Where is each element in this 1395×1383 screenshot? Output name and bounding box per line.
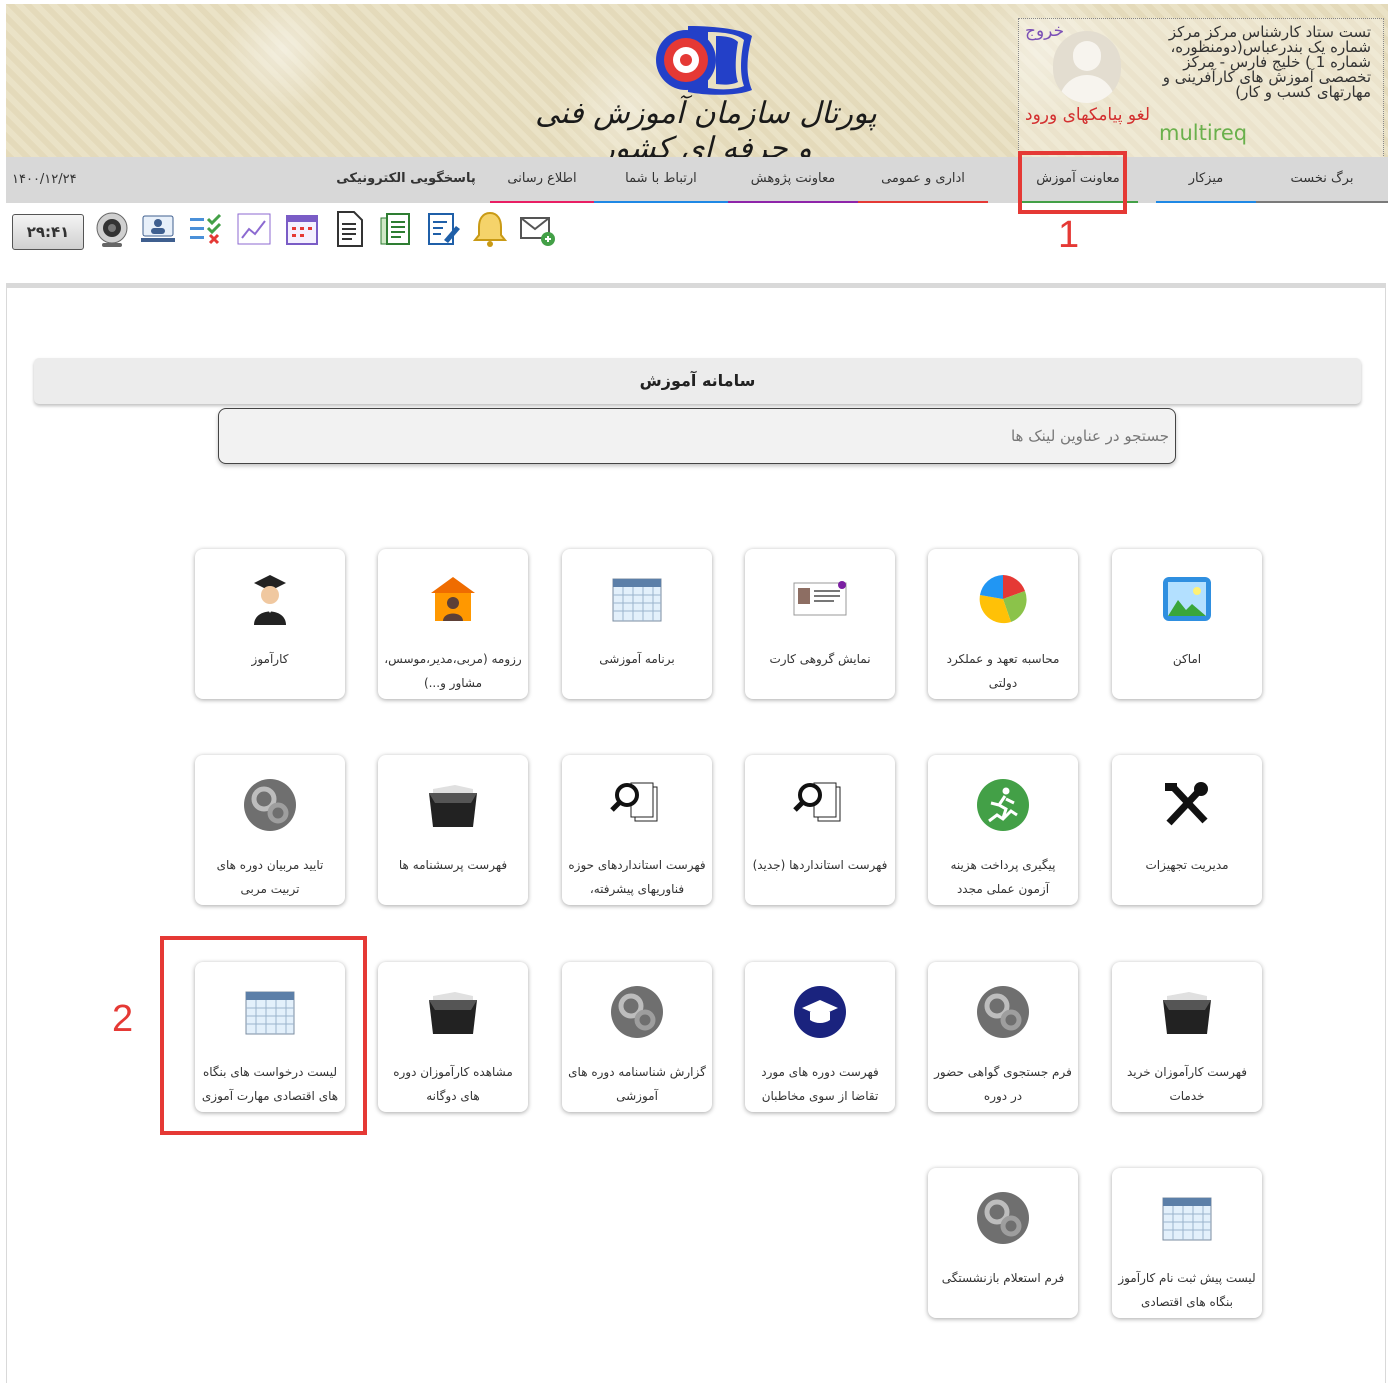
tile-label: فرم استعلام بازنشستگی <box>941 1271 1065 1285</box>
tile-commitment-calc[interactable]: محاسبه تعهد و عملکرد دولتی <box>928 549 1078 699</box>
tile-standards-advanced-tech[interactable]: فهرست استانداردهای حوزه فناوریهای پیشرفت… <box>562 755 712 905</box>
user-info-text: تست ستاد کارشناس مرکز مرکز شماره یک بندر… <box>1162 23 1371 101</box>
tile-label: فهرست دوره های مورد تقاضا از سوی مخاطبان <box>761 1065 879 1103</box>
tile-label: فهرست استانداردهای حوزه فناوریهای پیشرفت… <box>568 858 706 896</box>
tile-requested-courses[interactable]: فهرست دوره های مورد تقاضا از سوی مخاطبان <box>745 962 895 1112</box>
link-search-input[interactable] <box>218 408 1176 464</box>
tile-label: فهرست پرسشنامه ها <box>398 858 508 872</box>
portal-title: پورتال سازمان آموزش فنی و حرفه ای کشور <box>535 96 877 166</box>
nav-administrative[interactable]: اداری و عمومی <box>858 157 988 203</box>
callout-number-2: 2 <box>112 998 134 1040</box>
gears-icon <box>611 986 663 1038</box>
tile-approve-trainers[interactable]: تایید مربیان دوره های تربیت مربی <box>195 755 345 905</box>
webcam-icon[interactable] <box>93 208 131 250</box>
tile-label: مدیریت تجهیزات <box>1145 858 1229 872</box>
nav-research-deputy[interactable]: معاونت پژوهش <box>728 157 858 203</box>
calendar-icon <box>612 578 662 622</box>
mail-icon[interactable] <box>518 208 556 250</box>
gears-icon <box>977 986 1029 1038</box>
tile-label: اماکن <box>1172 652 1202 666</box>
tile-standards-new[interactable]: فهرست استانداردها (جدید) <box>745 755 895 905</box>
tile-label: برنامه آموزشی <box>599 652 675 666</box>
landscape-icon <box>1163 577 1211 621</box>
tile-label: فرم جستجوی گواهی حضور در دوره <box>934 1065 1072 1103</box>
calendar-icon <box>1162 1197 1212 1241</box>
current-date: ۱۴۰۰/۱۲/۲۴ <box>12 172 77 187</box>
documents-icon[interactable] <box>377 208 415 250</box>
tile-trainee[interactable]: کارآموز <box>195 549 345 699</box>
callout-box-1 <box>1018 151 1127 214</box>
edit-note-icon[interactable] <box>424 208 462 250</box>
nav-contact[interactable]: ارتباط با شما <box>594 157 728 203</box>
checklist-icon[interactable] <box>186 208 224 250</box>
id-card-icon <box>793 581 847 616</box>
runner-icon <box>977 779 1029 831</box>
nav-home[interactable]: برگ نخست <box>1256 157 1388 203</box>
header-banner: پورتال سازمان آموزش فنی و حرفه ای کشور خ… <box>6 4 1388 166</box>
gears-icon <box>977 1192 1029 1244</box>
nav-e-support[interactable]: پاسخگویی الکترونیکی <box>326 157 486 203</box>
logout-link[interactable]: خروج <box>1025 21 1064 41</box>
search-docs-icon <box>793 782 841 822</box>
tile-pre-registration-list[interactable]: لیست پیش ثبت نام کارآموز بنگاه های اقتصا… <box>1112 1168 1262 1318</box>
gears-icon <box>244 779 296 831</box>
callout-box-2 <box>160 936 367 1135</box>
tile-label: گزارش شناسنامه دوره های آموزشی <box>568 1065 706 1103</box>
document-icon[interactable] <box>330 208 368 250</box>
section-title: سامانه آموزش <box>34 358 1361 404</box>
folder-icon <box>429 785 477 827</box>
folder-icon <box>429 992 477 1034</box>
multireq-label: multireq <box>1159 121 1248 145</box>
folder-icon <box>1163 992 1211 1034</box>
user-avatar-icon <box>1053 31 1121 103</box>
nav-news[interactable]: اطلاع رسانی <box>490 157 594 203</box>
cancel-login-sms-link[interactable]: لغو پیامکهای ورود <box>1025 105 1150 125</box>
search-docs-icon <box>610 782 658 822</box>
tile-label: لیست پیش ثبت نام کارآموز بنگاه های اقتصا… <box>1118 1271 1256 1309</box>
tile-label: محاسبه تعهد و عملکرد دولتی <box>946 652 1060 690</box>
tile-equipment-mgmt[interactable]: مدیریت تجهیزات <box>1112 755 1262 905</box>
graduate-icon <box>254 575 286 625</box>
tile-service-trainees[interactable]: فهرست کارآموزان خرید خدمات <box>1112 962 1262 1112</box>
chart-icon[interactable] <box>235 208 273 250</box>
pie-chart-icon <box>979 575 1027 624</box>
tile-exam-fee-followup[interactable]: پیگیری پرداخت هزینه آزمون عملی مجدد <box>928 755 1078 905</box>
graduation-cap-icon <box>794 986 846 1038</box>
tile-label: مشاهده کارآموزان دوره های دوگانه <box>393 1065 513 1103</box>
tile-resume[interactable]: رزومه (مربی،مدیر،موسس، مشاور و...) <box>378 549 528 699</box>
tile-attendance-search[interactable]: فرم جستجوی گواهی حضور در دوره <box>928 962 1078 1112</box>
tile-label: پیگیری پرداخت هزینه آزمون عملی مجدد <box>950 858 1056 896</box>
session-timer: ۲۹:۴۱ <box>12 214 84 250</box>
tile-places[interactable]: اماکن <box>1112 549 1262 699</box>
tile-questionnaires[interactable]: فهرست پرسشنامه ها <box>378 755 528 905</box>
tile-label: کارآموز <box>251 652 289 666</box>
tile-label: فهرست استانداردها (جدید) <box>752 858 888 872</box>
user-panel: خروج تست ستاد کارشناس مرکز مرکز شماره یک… <box>1018 18 1384 158</box>
tile-label: رزومه (مربی،مدیر،موسس، مشاور و...) <box>384 652 522 690</box>
tile-course-id-report[interactable]: گزارش شناسنامه دوره های آموزشی <box>562 962 712 1112</box>
organization-logo <box>656 26 752 95</box>
tile-label: نمایش گروهی کارت <box>769 652 871 666</box>
user-screen-icon[interactable] <box>139 208 177 250</box>
bell-icon[interactable] <box>471 208 509 250</box>
tile-label: تایید مربیان دوره های تربیت مربی <box>216 858 324 896</box>
instructor-icon <box>431 577 475 621</box>
tile-label: فهرست کارآموزان خرید خدمات <box>1126 1065 1248 1103</box>
tile-group-card[interactable]: نمایش گروهی کارت <box>745 549 895 699</box>
tile-retirement-inquiry[interactable]: فرم استعلام بازنشستگی <box>928 1168 1078 1318</box>
main-navbar: برگ نخست میزکار معاونت آموزش اداری و عمو… <box>6 157 1388 203</box>
calendar-icon[interactable] <box>283 208 321 250</box>
nav-desk[interactable]: میزکار <box>1156 157 1256 203</box>
tile-training-schedule[interactable]: برنامه آموزشی <box>562 549 712 699</box>
tools-icon <box>1165 782 1208 826</box>
callout-number-1: 1 <box>1058 214 1080 256</box>
tile-dual-course-trainees[interactable]: مشاهده کارآموزان دوره های دوگانه <box>378 962 528 1112</box>
